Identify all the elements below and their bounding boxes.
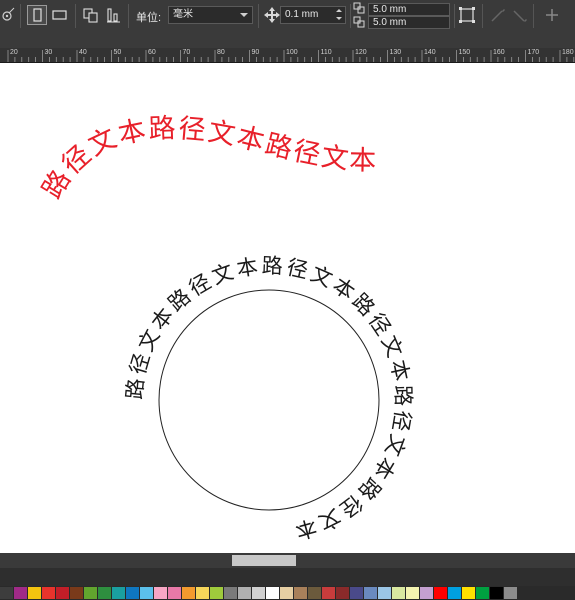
spin-down-icon [336, 17, 342, 20]
arc-text-path: 路径文本路径文本路径文本 [37, 113, 377, 204]
drawing-canvas[interactable]: 路径文本路径文本路径文本 路径文本路径文本路径文本路径文本路径文本路径文本 [0, 63, 575, 553]
color-swatch[interactable] [238, 587, 251, 599]
color-swatch[interactable] [378, 587, 391, 599]
toolbar-divider [350, 4, 351, 28]
toolbar-divider [454, 4, 455, 28]
color-swatch[interactable] [462, 587, 475, 599]
ruler-label: 180 [562, 49, 574, 56]
color-swatch[interactable] [434, 587, 447, 599]
color-swatch[interactable] [420, 587, 433, 599]
pen-disabled-icon [488, 5, 508, 25]
color-swatch[interactable] [280, 587, 293, 599]
ruler-label: 20 [10, 49, 18, 56]
ruler-label: 160 [493, 49, 505, 56]
color-swatch[interactable] [252, 587, 265, 599]
eraser-disabled-icon [510, 5, 530, 25]
nudge-icon [262, 5, 282, 25]
ruler-label: 30 [44, 49, 53, 56]
color-swatch[interactable] [98, 587, 111, 599]
node-edit-icon[interactable] [0, 5, 20, 25]
color-swatch[interactable] [406, 587, 419, 599]
color-swatch[interactable] [70, 587, 83, 599]
status-bar [0, 568, 575, 586]
color-swatch[interactable] [504, 587, 517, 599]
unit-dropdown[interactable]: 毫米 [168, 6, 253, 24]
canvas-drawing: 路径文本路径文本路径文本 路径文本路径文本路径文本路径文本路径文本路径文本 [37, 113, 416, 544]
toolbar-divider [482, 4, 483, 28]
toolbar-divider [75, 4, 76, 28]
toolbar-divider [533, 4, 534, 28]
color-swatch[interactable] [364, 587, 377, 599]
portrait-button[interactable] [27, 5, 47, 25]
ruler-label: 140 [424, 49, 436, 56]
color-swatch[interactable] [294, 587, 307, 599]
ruler-label: 80 [217, 49, 225, 56]
circle-path-text[interactable]: 路径文本路径文本路径文本路径文本路径文本路径文本 [123, 254, 416, 544]
color-swatch[interactable] [0, 587, 13, 599]
chevron-down-icon [240, 13, 248, 17]
color-swatch[interactable] [84, 587, 97, 599]
color-swatch[interactable] [42, 587, 55, 599]
color-swatch[interactable] [56, 587, 69, 599]
scroll-thumb[interactable] [232, 555, 296, 566]
color-swatch[interactable] [210, 587, 223, 599]
color-swatch[interactable] [182, 587, 195, 599]
page-frame-icon[interactable] [457, 5, 477, 25]
color-swatch[interactable] [476, 587, 489, 599]
duplicate-y-field[interactable]: 5.0 mm [368, 16, 450, 29]
color-swatch[interactable] [392, 587, 405, 599]
color-swatch[interactable] [126, 587, 139, 599]
horizontal-scrollbar[interactable] [0, 553, 575, 568]
nudge-distance-value: 0.1 mm [285, 9, 319, 20]
circle-path[interactable] [158, 289, 380, 511]
nudge-spinner[interactable] [334, 6, 344, 24]
ruler-label: 70 [182, 49, 191, 56]
color-swatch[interactable] [140, 587, 153, 599]
color-swatch[interactable] [154, 587, 167, 599]
color-swatch[interactable] [168, 587, 181, 599]
horizontal-ruler[interactable]: 20 30 40 50 60 70 80 90 100 110 120 130 140 150 160 170… [0, 48, 575, 63]
ruler-label: 50 [113, 49, 122, 56]
ruler-label: 60 [148, 49, 156, 56]
arc-path-text[interactable]: 路径文本路径文本路径文本 [37, 113, 379, 204]
ruler-label: 120 [355, 49, 367, 56]
duplicate-y-value: 5.0 mm [373, 17, 407, 28]
color-swatch[interactable] [336, 587, 349, 599]
all-pages-icon[interactable] [81, 5, 101, 25]
color-swatch[interactable] [14, 587, 27, 599]
unit-dropdown-value: 毫米 [173, 9, 193, 20]
toolbar-divider [258, 4, 259, 28]
color-swatch[interactable] [308, 587, 321, 599]
ruler-label: 130 [389, 49, 402, 56]
ruler-label: 100 [286, 49, 298, 56]
spin-up-icon [336, 9, 342, 12]
ruler-label: 170 [527, 49, 540, 56]
toolbar-divider [128, 4, 129, 28]
color-swatch[interactable] [350, 587, 363, 599]
ruler-label: 90 [251, 49, 260, 56]
color-swatch[interactable] [322, 587, 335, 599]
unit-label: 单位: [136, 12, 162, 24]
landscape-button[interactable] [50, 5, 70, 25]
duplicate-x-value: 5.0 mm [373, 4, 407, 15]
color-swatch[interactable] [112, 587, 125, 599]
ruler-label: 150 [458, 49, 471, 56]
color-palette [0, 586, 575, 600]
toolbar-divider [20, 4, 21, 28]
ruler-label: 110 [320, 49, 332, 56]
ruler-label: 40 [79, 49, 87, 56]
color-swatch[interactable] [490, 587, 503, 599]
duplicate-x-field[interactable]: 5.0 mm [368, 3, 450, 16]
color-swatch[interactable] [266, 587, 279, 599]
color-swatch[interactable] [224, 587, 237, 599]
property-bar: 单位: 毫米 0.1 mm 5.0 mm 5.0 mm [0, 0, 575, 32]
color-swatch[interactable] [196, 587, 209, 599]
add-icon[interactable] [542, 5, 562, 25]
color-swatch[interactable] [448, 587, 461, 599]
ruler-gap [0, 32, 575, 48]
circle-text-path: 路径文本路径文本路径文本路径文本路径文本路径文本 [123, 254, 413, 544]
color-swatch[interactable] [28, 587, 41, 599]
current-page-icon[interactable] [104, 5, 124, 25]
